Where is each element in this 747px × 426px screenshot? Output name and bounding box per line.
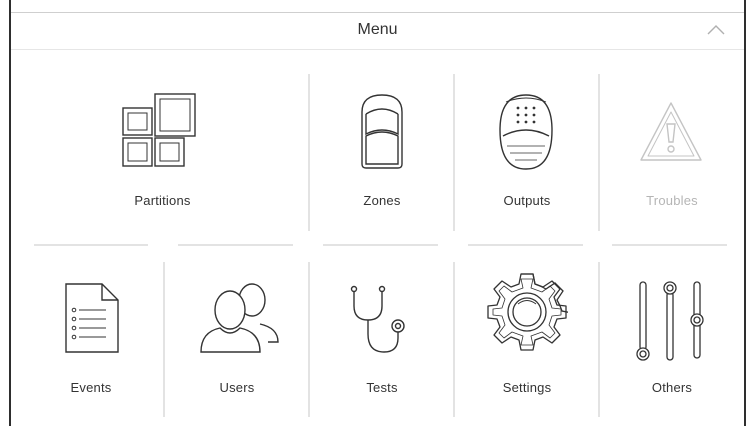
page-title: Menu xyxy=(357,21,398,38)
tile-label: Troubles xyxy=(646,193,698,208)
tile-label: Tests xyxy=(366,380,398,395)
gear-icon xyxy=(487,273,568,351)
tile-label: Users xyxy=(219,380,255,395)
chevron-up-icon[interactable] xyxy=(706,22,726,38)
document-list-icon xyxy=(65,283,119,353)
sliders-icon xyxy=(636,281,704,361)
tile-settings[interactable]: Settings xyxy=(456,248,598,423)
divider xyxy=(468,244,583,246)
tile-label: Settings xyxy=(502,380,552,395)
users-icon xyxy=(200,283,279,353)
tile-events[interactable]: Events xyxy=(20,248,162,423)
tile-partitions[interactable]: Partitions xyxy=(20,60,305,235)
warning-triangle-icon xyxy=(640,102,702,161)
divider xyxy=(598,74,600,231)
tile-troubles: Troubles xyxy=(601,60,743,235)
tile-label: Events xyxy=(70,380,112,395)
partitions-icon xyxy=(122,93,196,167)
tile-label: Partitions xyxy=(134,193,191,208)
tile-outputs[interactable]: Outputs xyxy=(456,60,598,235)
divider xyxy=(598,262,600,417)
tile-label: Others xyxy=(651,380,693,395)
siren-icon xyxy=(499,94,553,170)
divider xyxy=(323,244,438,246)
stethoscope-icon xyxy=(350,285,405,353)
menu-header: Menu xyxy=(11,12,744,50)
divider xyxy=(612,244,727,246)
tile-zones[interactable]: Zones xyxy=(311,60,453,235)
divider xyxy=(34,244,148,246)
tile-users[interactable]: Users xyxy=(166,248,308,423)
motion-detector-icon xyxy=(361,94,403,169)
divider xyxy=(178,244,293,246)
tile-others[interactable]: Others xyxy=(601,248,743,423)
tile-tests[interactable]: Tests xyxy=(311,248,453,423)
divider xyxy=(308,262,310,417)
divider xyxy=(163,262,165,417)
divider xyxy=(453,262,455,417)
divider xyxy=(308,74,310,231)
tile-label: Zones xyxy=(363,193,401,208)
tile-label: Outputs xyxy=(503,193,551,208)
divider xyxy=(453,74,455,231)
